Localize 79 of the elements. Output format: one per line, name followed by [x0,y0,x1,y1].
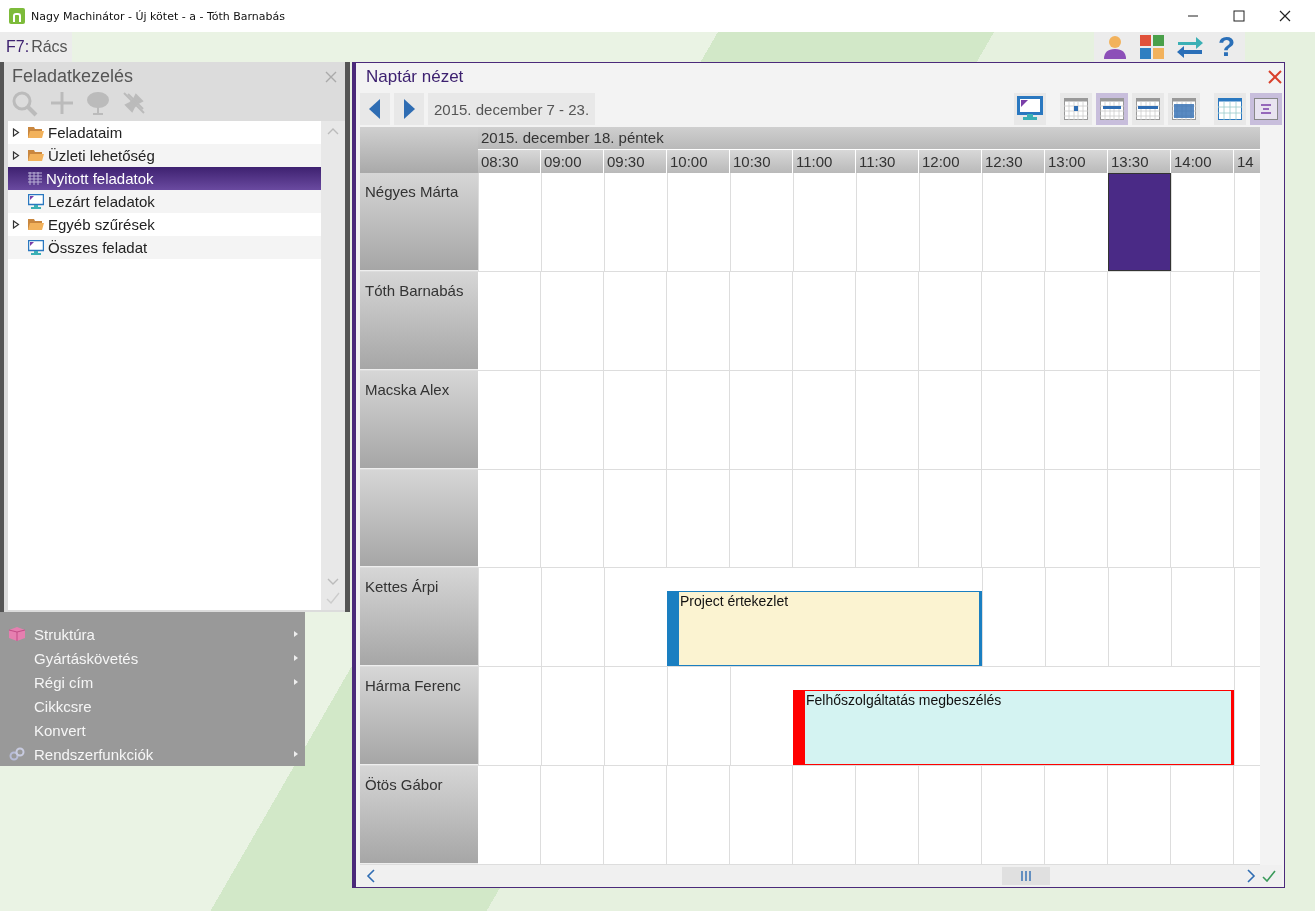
triangle-left-icon [369,99,381,119]
tree-item[interactable]: Egyéb szűrések [8,213,321,236]
time-header: 14 [1234,150,1260,173]
grid-shortcut-button[interactable]: F7:Rács [0,32,72,62]
time-header: 10:00 [667,150,730,173]
triangle-right-icon [403,99,415,119]
time-header: 12:30 [982,150,1045,173]
maximize-icon[interactable] [1233,10,1245,22]
grid-icon [28,172,42,185]
time-header: 13:00 [1045,150,1108,173]
panel-title: Feladatkezelés [12,66,134,87]
tiles-icon[interactable] [1139,35,1164,59]
previous-button[interactable] [360,93,390,125]
tree-item[interactable]: Összes feladat [8,236,321,259]
submenu-arrow-icon [294,679,298,685]
expand-arrow-icon[interactable] [12,128,20,137]
calendar-icon [1172,98,1196,120]
check-icon[interactable] [326,592,340,604]
time-header: 09:00 [541,150,604,173]
time-header: 11:30 [856,150,919,173]
tree-item[interactable]: Üzleti lehetőség [8,144,321,167]
resource-cell: Négyes Márta [360,173,478,271]
layout-button[interactable] [1214,93,1246,125]
time-header: 09:30 [604,150,667,173]
view-button[interactable] [1096,93,1128,125]
calendar-icon [1136,98,1160,120]
time-header: 13:30 [1108,150,1171,173]
submenu-arrow-icon [294,631,298,637]
calendar-icon [1100,98,1124,120]
next-button[interactable] [394,93,424,125]
presentation-button[interactable] [1014,93,1046,125]
resource-cell: Hárma Ferenc [360,667,478,766]
day-header: 2015. december 18. péntek [478,127,1260,149]
expand-arrow-icon[interactable] [12,151,20,160]
tree-item[interactable]: Lezárt feladatok [8,190,321,213]
help-button[interactable]: ? [1215,33,1237,61]
window-title: Nagy Machinátor - Új kötet - a - Tóth Barnabás [31,9,286,23]
grip-icon [1020,871,1032,881]
time-header: 14:00 [1171,150,1234,173]
monitor-icon [28,240,44,255]
submenu-arrow-icon [294,751,298,757]
view-button[interactable] [1132,93,1164,125]
resource-cell: Kettes Árpi [360,568,478,667]
view-button[interactable] [1168,93,1200,125]
calendar-title: Naptár nézet [366,67,464,87]
layout-button[interactable] [1250,93,1282,125]
appointment-title: Project értekezlet [680,593,789,610]
user-icon[interactable] [1101,34,1128,60]
date-range-button[interactable]: 2015. december 7 - 23. [428,93,596,125]
scroll-thumb[interactable] [1002,867,1050,885]
monitor-icon [1017,96,1043,122]
list-icon [1254,98,1278,120]
expand-arrow-icon[interactable] [12,220,20,229]
folder-icon [28,149,44,162]
folder-icon [28,218,44,231]
swap-arrows-icon[interactable] [1175,34,1204,60]
time-header: 10:30 [730,150,793,173]
calendar-icon [1218,98,1242,120]
tree-item[interactable]: Feladataim [8,121,321,144]
time-header: 11:00 [793,150,856,173]
cube-icon [9,627,25,641]
time-header: 12:00 [919,150,982,173]
scroll-left-icon[interactable] [366,869,376,883]
view-button[interactable] [1060,93,1092,125]
chain-icon [9,747,25,761]
calendar-icon [1064,98,1088,120]
folder-icon [28,126,44,139]
app-logo-icon [9,8,25,24]
scroll-right-icon[interactable] [1246,869,1256,883]
resource-cell: Ötös Gábor [360,766,478,864]
submenu-arrow-icon [294,655,298,661]
resource-cell: Tóth Barnabás [360,271,478,370]
close-icon[interactable] [1279,10,1291,22]
check-icon[interactable] [1262,870,1276,882]
tree-item[interactable]: Nyitott feladatok [8,167,321,190]
appointment-title: Felhőszolgáltatás megbeszélés [806,692,1002,709]
time-header: 08:30 [478,150,541,173]
resource-cell: Macska Alex [360,370,478,469]
monitor-icon [28,194,44,209]
